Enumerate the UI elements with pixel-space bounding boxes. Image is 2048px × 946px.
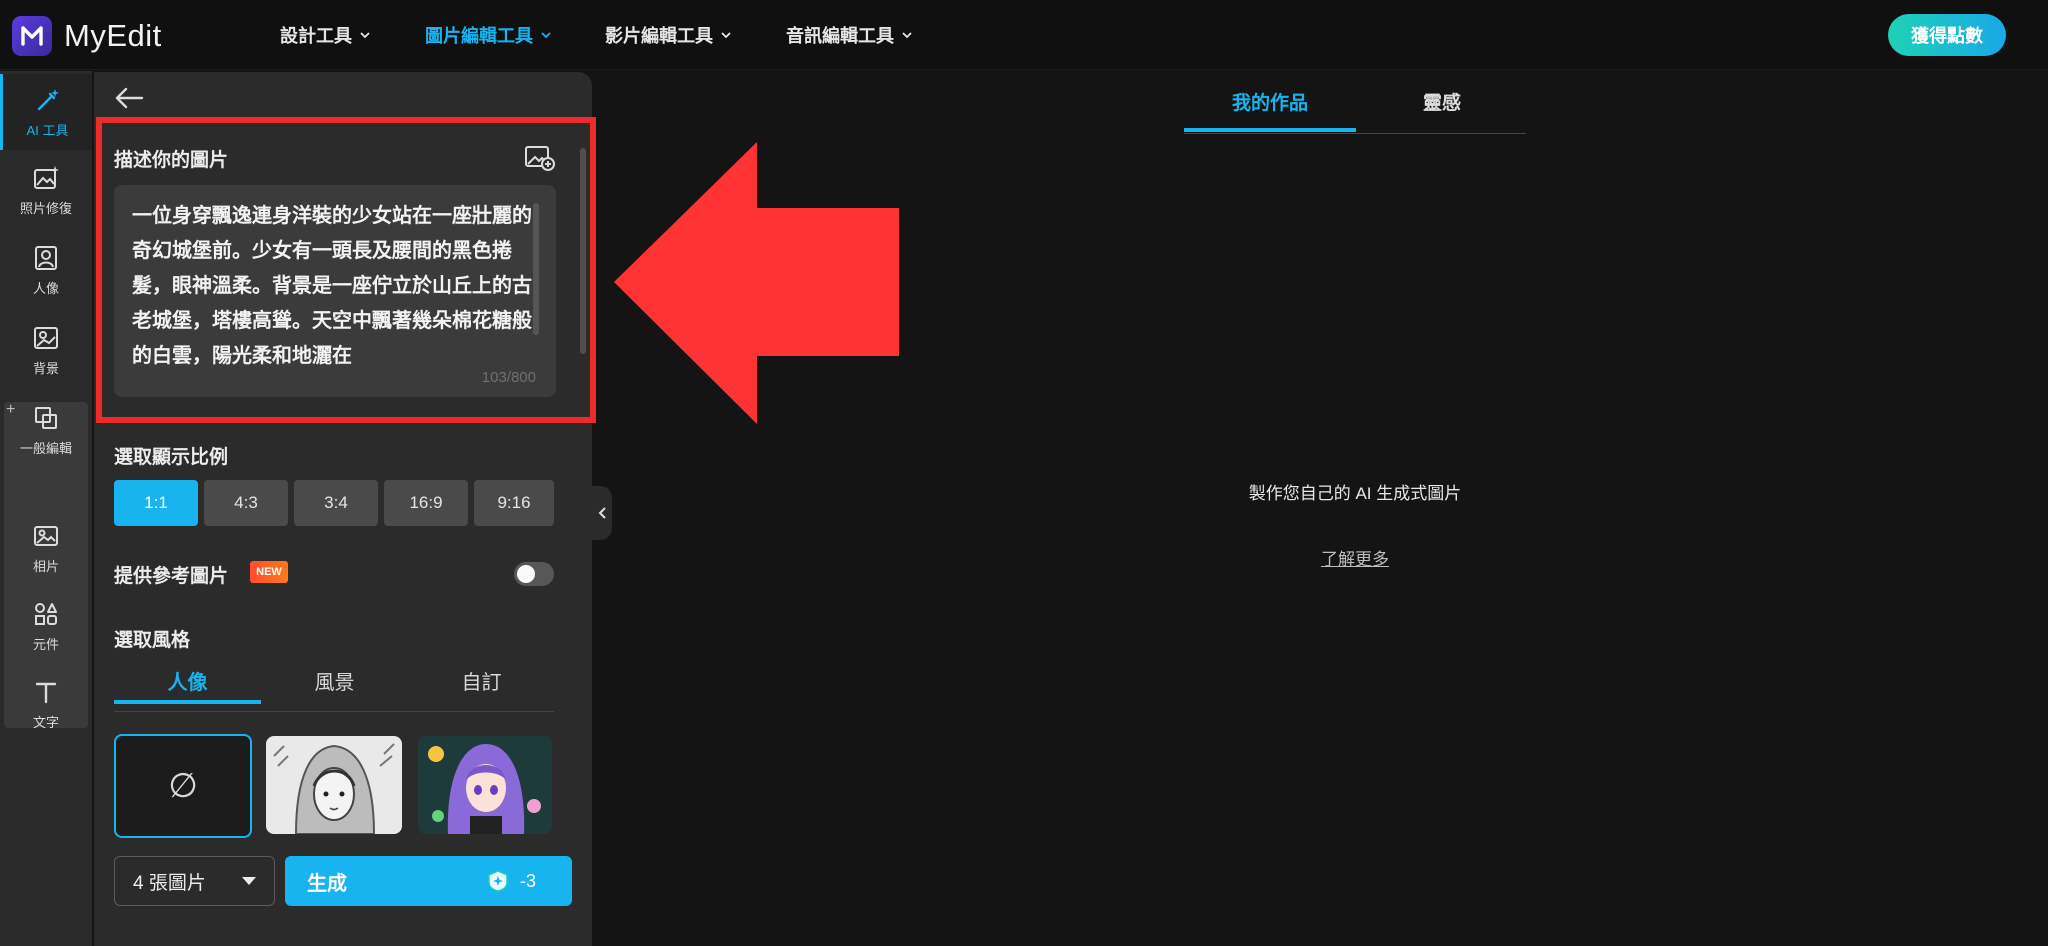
chevron-down-icon	[541, 32, 551, 39]
sidebar-item-general-edit[interactable]: 一般編輯	[0, 392, 92, 468]
nav-label: 影片編輯工具	[605, 26, 713, 46]
back-arrow-icon[interactable]	[112, 84, 146, 112]
nav-image-tools[interactable]: 圖片編輯工具	[425, 22, 553, 48]
nav-design-tools[interactable]: 設計工具	[280, 22, 372, 48]
sidebar-item-background[interactable]: 背景	[0, 312, 92, 388]
chevron-down-icon	[721, 32, 731, 39]
style-none-option[interactable]: ∅	[114, 734, 252, 838]
nav-video-tools[interactable]: 影片編輯工具	[605, 22, 733, 48]
learn-more-link[interactable]: 了解更多	[1290, 545, 1420, 570]
sidebar-item-label: 背景	[32, 360, 59, 376]
anime-portrait-thumbnail	[418, 736, 552, 834]
add-image-icon[interactable]	[524, 144, 556, 172]
text-icon	[35, 682, 57, 703]
generate-button[interactable]: 生成 -3	[285, 856, 572, 906]
brand-name[interactable]: MyEdit	[64, 18, 162, 54]
image-count-value: 4 張圖片	[133, 872, 206, 894]
empty-state-text: 製作您自己的 AI 生成式圖片	[1248, 484, 1462, 503]
nav-label: 圖片編輯工具	[425, 26, 533, 46]
tab-style-portrait[interactable]: 人像	[114, 666, 261, 704]
toggle-knob	[517, 565, 535, 583]
image-count-select[interactable]: 4 張圖片	[114, 856, 275, 906]
main-tabs-divider	[1184, 133, 1526, 134]
nav-label: 設計工具	[280, 26, 352, 46]
image-icon	[34, 525, 58, 546]
sidebar-item-label: 照片修復	[19, 200, 72, 216]
sidebar-item-photo-repair[interactable]: 照片修復	[0, 152, 92, 228]
sidebar-item-label: 一般編輯	[19, 440, 72, 456]
sidebar-item-text[interactable]: 文字	[0, 666, 92, 742]
caret-down-icon	[242, 877, 256, 885]
new-badge: NEW	[250, 561, 288, 583]
panel-collapse-handle[interactable]	[592, 486, 612, 540]
tab-my-works[interactable]: 我的作品	[1184, 88, 1356, 132]
chevron-down-icon	[360, 32, 370, 39]
sidebar-item-elements[interactable]: 元件	[0, 588, 92, 664]
style-label: 選取風格	[114, 630, 191, 651]
logo-mark-icon	[21, 26, 43, 46]
prompt-scrollbar[interactable]	[533, 203, 539, 335]
nav-audio-tools[interactable]: 音訊編輯工具	[786, 22, 914, 48]
sidebar-item-label: 相片	[32, 558, 59, 574]
ratio-option-3-4[interactable]: 3:4	[294, 480, 378, 526]
char-count: 103/800	[481, 369, 536, 386]
ratio-option-1-1[interactable]: 1:1	[114, 480, 198, 526]
tab-inspiration[interactable]: 靈感	[1356, 88, 1528, 132]
no-style-icon: ∅	[168, 767, 198, 805]
magic-wand-icon	[37, 88, 59, 110]
prompt-textarea[interactable]: 一位身穿飄逸連身洋裝的少女站在一座壯麗的奇幻城堡前。少女有一頭長及腰間的黑色捲髮…	[114, 185, 556, 397]
credit-cost: -3	[486, 869, 536, 893]
nav-label: 音訊編輯工具	[786, 26, 894, 46]
ratio-option-9-16[interactable]: 9:16	[474, 480, 554, 526]
tab-style-custom[interactable]: 自訂	[408, 666, 555, 704]
shapes-icon	[35, 602, 57, 625]
sidebar-item-label: 人像	[32, 280, 59, 296]
sidebar-item-portrait[interactable]: 人像	[0, 232, 92, 308]
chevron-down-icon	[902, 32, 912, 39]
style-tabs-divider	[114, 711, 554, 712]
reference-image-label: 提供參考圖片	[114, 566, 229, 587]
myedit-logo[interactable]	[12, 16, 52, 56]
sidebar-item-ai-tools[interactable]: AI 工具	[0, 74, 92, 150]
credit-icon	[488, 870, 508, 892]
sidebar-item-label: 文字	[32, 714, 59, 730]
credit-cost-value: -3	[519, 870, 536, 891]
panel-scrollbar[interactable]	[580, 148, 586, 354]
get-points-button[interactable]: 獲得點數	[1888, 14, 2006, 56]
style-thumbnail-sketch[interactable]	[266, 736, 402, 834]
ratio-option-4-3[interactable]: 4:3	[204, 480, 288, 526]
sidebar-item-label: 元件	[32, 636, 59, 652]
style-thumbnail-anime[interactable]	[418, 736, 552, 834]
background-icon	[34, 326, 58, 349]
portrait-icon	[35, 245, 57, 270]
top-bar: MyEdit 設計工具 圖片編輯工具 影片編輯工具 音訊編輯工具 獲得點數	[0, 0, 2048, 70]
ratio-option-16-9[interactable]: 16:9	[384, 480, 468, 526]
reference-image-toggle[interactable]	[514, 562, 554, 586]
generate-label: 生成	[307, 872, 347, 895]
crop-icon	[35, 406, 57, 429]
sidebar-item-photos[interactable]: 相片	[0, 510, 92, 586]
ratio-label: 選取顯示比例	[114, 447, 229, 468]
sidebar-item-label: AI 工具	[26, 122, 69, 138]
chevron-left-icon	[598, 507, 606, 519]
prompt-label: 描述你的圖片	[114, 150, 229, 171]
sketch-portrait-thumbnail	[266, 736, 402, 834]
tab-style-landscape[interactable]: 風景	[261, 666, 408, 704]
photo-repair-icon	[34, 165, 59, 189]
red-arrow-annotation	[614, 142, 899, 424]
